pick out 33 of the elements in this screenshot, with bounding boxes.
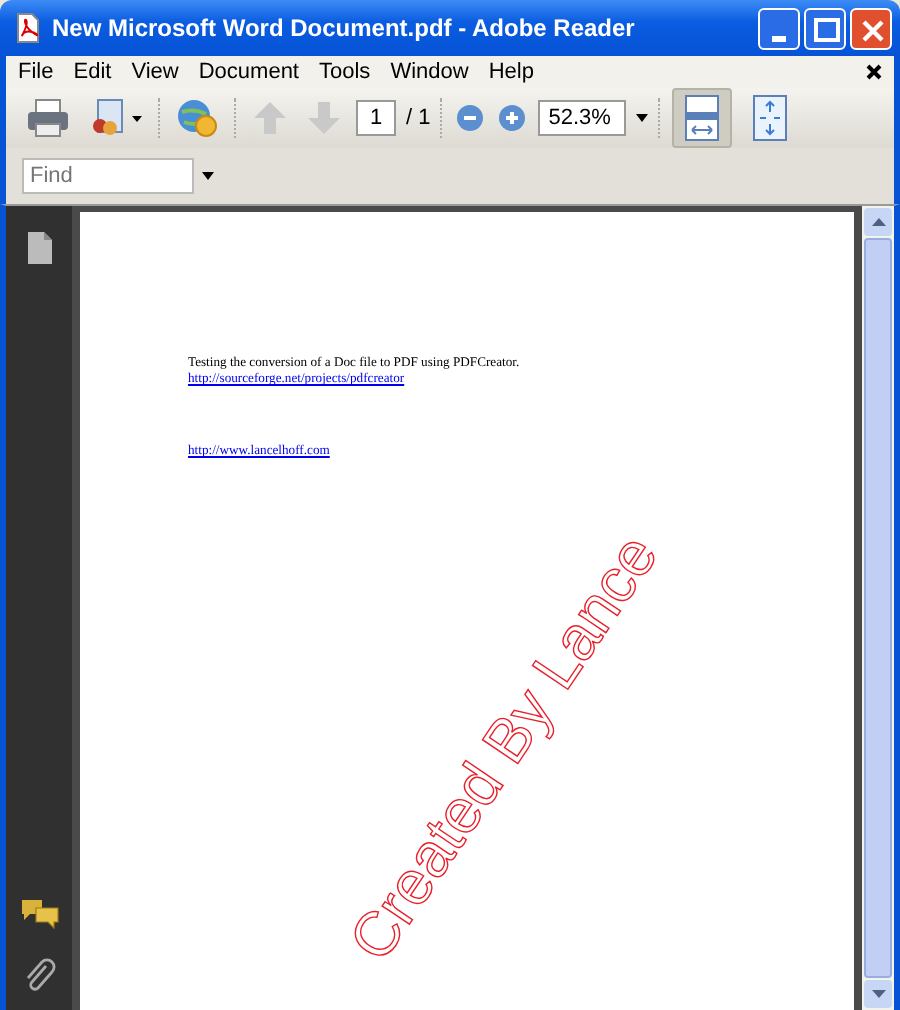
- caret-icon[interactable]: [202, 172, 214, 180]
- close-document-icon[interactable]: [866, 64, 882, 80]
- scroll-up-button[interactable]: [864, 208, 892, 236]
- comments-icon[interactable]: [19, 898, 59, 930]
- down-arrow-icon: [871, 990, 885, 998]
- paperclip-icon[interactable]: [23, 958, 55, 994]
- scrollbar-thumb[interactable]: [864, 238, 892, 978]
- menu-item[interactable]: View: [131, 60, 179, 84]
- menu-item[interactable]: File: [18, 60, 54, 84]
- minimize-button[interactable]: [758, 7, 800, 49]
- page-total: / 1: [406, 106, 431, 130]
- menu-item[interactable]: Document: [198, 60, 299, 84]
- menu-item[interactable]: Edit: [73, 60, 112, 84]
- pdf-file-icon: [12, 12, 44, 44]
- minimize-icon: [772, 35, 786, 41]
- page-number-field[interactable]: 1: [356, 100, 396, 136]
- menu-item[interactable]: Tools: [319, 60, 371, 84]
- close-button[interactable]: [850, 7, 892, 49]
- caret-icon[interactable]: [636, 114, 649, 122]
- maximize-button[interactable]: [804, 7, 846, 49]
- find-field[interactable]: Find: [22, 158, 194, 194]
- menu-item[interactable]: Help: [488, 60, 534, 84]
- window-title: New Microsoft Word Document.pdf - Adobe Reader: [52, 14, 637, 42]
- up-arrow-icon: [871, 218, 885, 226]
- zoom-out-button[interactable]: [454, 102, 487, 134]
- scroll-down-button[interactable]: [864, 980, 892, 1008]
- print-button[interactable]: [22, 94, 74, 142]
- pages-icon[interactable]: [25, 230, 53, 266]
- fit-width-button[interactable]: [672, 88, 733, 148]
- zoom-field[interactable]: 52.3%: [538, 100, 627, 136]
- zoom-in-button[interactable]: [496, 102, 529, 134]
- vertical-scrollbar[interactable]: [862, 206, 894, 1010]
- menu-item[interactable]: Window: [390, 60, 469, 84]
